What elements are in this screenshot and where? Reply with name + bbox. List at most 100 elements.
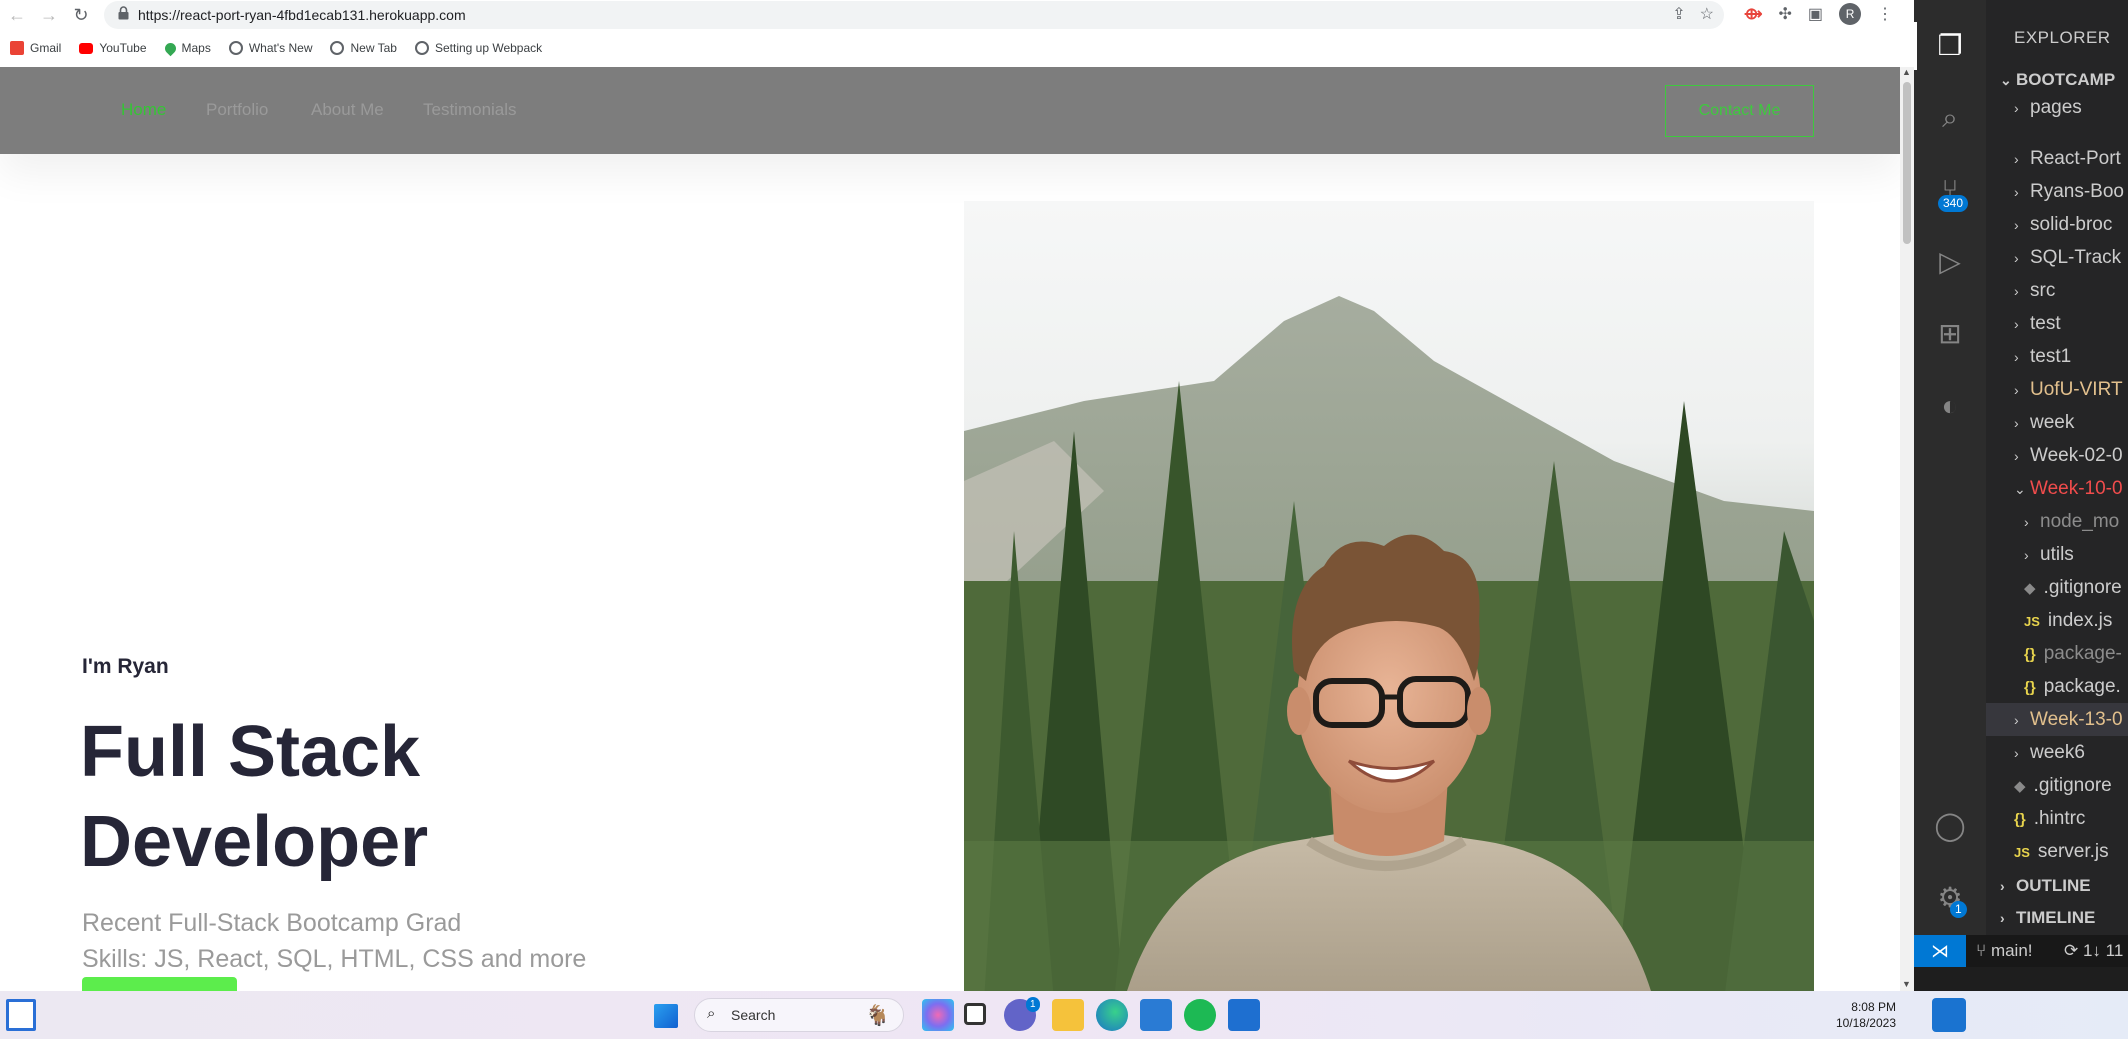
- tree-item[interactable]: {} package-: [2024, 637, 2122, 670]
- tree-item[interactable]: › solid-broc: [2014, 208, 2112, 241]
- chevron-right-icon: ›: [2014, 712, 2019, 728]
- run-debug-icon[interactable]: ▷: [1930, 242, 1970, 282]
- scroll-up-arrow[interactable]: ▲: [1902, 67, 1911, 77]
- tree-item-label: server.js: [2037, 841, 2109, 862]
- bookmark-youtube[interactable]: YouTube: [79, 41, 147, 55]
- tree-item[interactable]: JS index.js: [2024, 604, 2112, 637]
- tree-item[interactable]: JS server.js: [2014, 835, 2109, 868]
- gmail-icon: [10, 41, 24, 55]
- chevron-down-icon: ⌄: [2000, 72, 2012, 88]
- outline-section[interactable]: › OUTLINE: [2000, 876, 2091, 896]
- bookmark-new-tab[interactable]: New Tab: [330, 41, 397, 55]
- tree-item-label: index.js: [2047, 610, 2113, 631]
- tree-item[interactable]: › test1: [2014, 340, 2071, 373]
- nav-link-portfolio[interactable]: Portfolio: [206, 100, 268, 120]
- scroll-down-arrow[interactable]: ▼: [1902, 979, 1911, 989]
- tree-item[interactable]: › React-Port: [2014, 142, 2121, 175]
- timeline-section[interactable]: › TIMELINE: [2000, 908, 2095, 928]
- extensions-puzzle-icon[interactable]: ✣: [1779, 4, 1792, 24]
- spotify-icon[interactable]: [1184, 999, 1216, 1031]
- edge-browser-icon[interactable]: [1096, 999, 1128, 1031]
- workspace-label: BOOTCAMP: [2016, 70, 2116, 89]
- extensions-icon[interactable]: ⊞: [1930, 314, 1970, 354]
- forward-button[interactable]: →: [36, 2, 62, 28]
- branch-indicator[interactable]: ⑂ main!: [1976, 941, 2033, 961]
- clock-date: 10/18/2023: [1835, 1016, 1896, 1030]
- tree-item[interactable]: › pages: [2014, 91, 2082, 124]
- chevron-right-icon: ›: [2014, 745, 2019, 761]
- tree-item[interactable]: › week6: [2014, 736, 2085, 769]
- back-button[interactable]: ←: [4, 2, 30, 28]
- page-scrollbar[interactable]: ▲ ▼: [1900, 67, 1914, 991]
- tree-item[interactable]: › Week-13-0: [1986, 703, 2128, 736]
- file-explorer-icon[interactable]: [1052, 999, 1084, 1031]
- explorer-icon[interactable]: ❐: [1930, 26, 1970, 66]
- taskbar-search[interactable]: ⌕ Search 🐐: [694, 998, 904, 1032]
- windows-start-icon[interactable]: [654, 1004, 678, 1028]
- widgets-icon[interactable]: [6, 999, 36, 1031]
- tree-item[interactable]: › UofU-VIRT: [2014, 373, 2123, 406]
- share-icon[interactable]: ⇪: [1672, 4, 1685, 24]
- extension-icon[interactable]: ⟴: [1744, 4, 1763, 24]
- tree-item[interactable]: › SQL-Track: [2014, 241, 2121, 274]
- tree-item[interactable]: › Week-02-0: [2014, 439, 2123, 472]
- bookmark-maps[interactable]: Maps: [162, 40, 211, 56]
- tree-item[interactable]: ◆ .gitignore: [2014, 769, 2112, 802]
- accounts-icon[interactable]: ◯: [1930, 806, 1970, 846]
- nav-link-home[interactable]: Home: [121, 100, 166, 120]
- chevron-right-icon: ›: [2014, 415, 2019, 431]
- chevron-down-icon: ⌄: [2014, 481, 2026, 497]
- tree-item[interactable]: {} .hintrc: [2014, 802, 2085, 835]
- maps-icon: [162, 40, 178, 56]
- chevron-right-icon: ›: [2014, 283, 2019, 299]
- search-icon: ⌕: [707, 1005, 716, 1022]
- profile-photo-image: [964, 201, 1814, 991]
- tree-item[interactable]: {} package.: [2024, 670, 2121, 703]
- bookmark-webpack[interactable]: Setting up Webpack: [414, 41, 542, 55]
- tree-item[interactable]: › utils: [2024, 538, 2074, 571]
- side-panel-icon[interactable]: ▣: [1808, 4, 1823, 24]
- app-window-icon[interactable]: [1228, 999, 1260, 1031]
- reload-button[interactable]: ↻: [68, 2, 94, 28]
- tree-item[interactable]: › week: [2014, 406, 2074, 439]
- browser-menu-icon[interactable]: ⋮: [1877, 4, 1893, 24]
- workspace-header[interactable]: ⌄ BOOTCAMP: [2000, 70, 2115, 90]
- chevron-right-icon: ›: [2014, 316, 2019, 332]
- edge-devtools-icon[interactable]: ◐: [1930, 386, 1970, 426]
- contact-me-button[interactable]: Contact Me: [1665, 85, 1814, 137]
- sync-indicator[interactable]: ⟳ 1↓ 11: [2064, 941, 2123, 961]
- remote-indicator-icon[interactable]: ⋊: [1914, 935, 1966, 967]
- tree-item[interactable]: › Ryans-Boo: [2014, 175, 2124, 208]
- site-navbar: Home Portfolio About Me Testimonials Con…: [0, 67, 1900, 154]
- copilot-icon[interactable]: [922, 999, 954, 1031]
- address-bar[interactable]: https://react-port-ryan-4fbd1ecab131.her…: [104, 1, 1724, 29]
- vscode-taskbar-icon[interactable]: [1140, 999, 1172, 1031]
- hero-cta-button[interactable]: [82, 977, 237, 991]
- bookmark-gmail[interactable]: Gmail: [10, 41, 61, 55]
- task-view-icon[interactable]: [964, 1003, 986, 1025]
- globe-icon: [414, 41, 429, 55]
- tree-item-label: week: [2030, 412, 2075, 433]
- search-icon[interactable]: ⌕: [1930, 98, 1970, 138]
- bookmark-star-icon[interactable]: ☆: [1700, 4, 1714, 24]
- bookmark-whats-new[interactable]: What's New: [228, 41, 312, 55]
- tree-item[interactable]: › src: [2014, 274, 2055, 307]
- nav-link-testimonials[interactable]: Testimonials: [423, 100, 517, 120]
- tree-item[interactable]: › test: [2014, 307, 2061, 340]
- chevron-right-icon: ›: [2014, 448, 2019, 464]
- system-clock[interactable]: 8:08 PM 10/18/2023: [1828, 999, 1896, 1031]
- tree-item[interactable]: ⌄ Week-10-0: [2014, 472, 2123, 505]
- url-text[interactable]: https://react-port-ryan-4fbd1ecab131.her…: [138, 7, 466, 23]
- tree-item[interactable]: › node_mo: [2024, 505, 2119, 538]
- profile-avatar[interactable]: R: [1839, 3, 1862, 25]
- nav-link-about[interactable]: About Me: [311, 100, 384, 120]
- explorer-title: EXPLORER: [2014, 28, 2111, 47]
- active-indicator: [1914, 22, 1917, 70]
- scroll-thumb[interactable]: [1903, 82, 1911, 244]
- notification-app-icon[interactable]: [1932, 998, 1966, 1032]
- tree-item[interactable]: ◆ .gitignore: [2024, 571, 2122, 604]
- windows-taskbar: ⌕ Search 🐐 1 8:08 PM 10/18/2023: [0, 991, 2128, 1039]
- hero-title-line: Developer: [80, 802, 429, 882]
- browser-toolbar: ← → ↻ https://react-port-ryan-4fbd1ecab1…: [0, 0, 1914, 30]
- bookmark-label: Gmail: [30, 41, 62, 55]
